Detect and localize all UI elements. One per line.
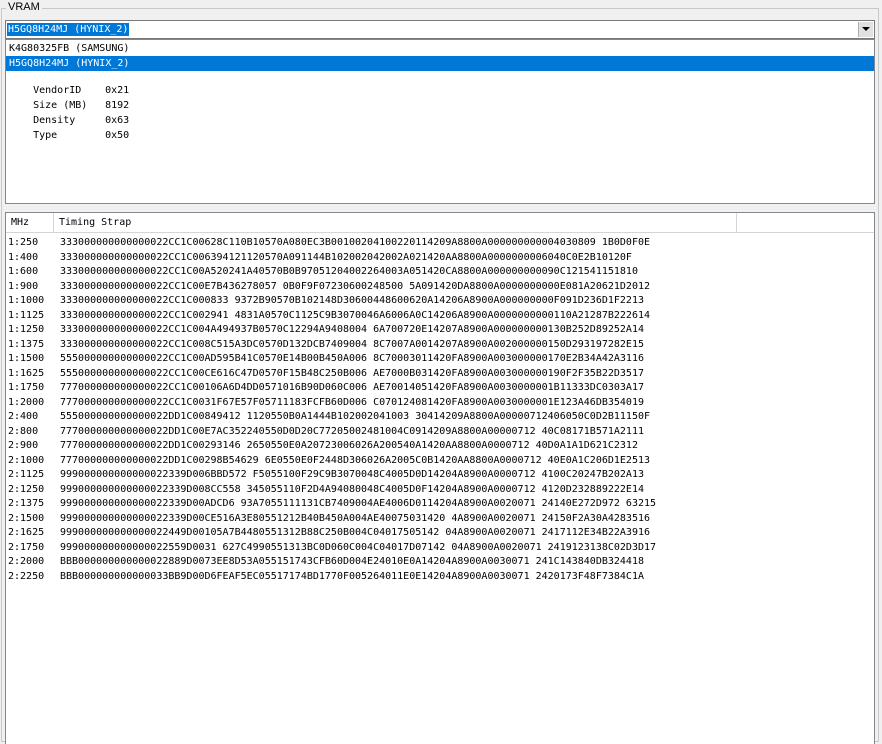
cell-mhz: 2:800 — [8, 425, 39, 437]
cell-mhz: 2:1125 — [8, 469, 45, 480]
vram-group-title: VRAM — [6, 1, 42, 13]
cell-timing-strap: 333000000000000022CC1C006394121120570A09… — [60, 251, 632, 263]
property-row: VendorID 0x21 — [9, 68, 129, 96]
vram-info-list[interactable]: K4G80325FB (SAMSUNG) H5GQ8H24MJ (HYNIX_2… — [5, 39, 875, 204]
cell-timing-strap: 333000000000000022CC1C00A520241A40570B0B… — [60, 266, 638, 277]
cell-timing-strap: 333000000000000022CC1C004A494937B0570C12… — [60, 324, 644, 335]
cell-timing-strap: 333000000000000022CC1C002941 4831A0570C1… — [60, 309, 651, 321]
cell-timing-strap: 333000000000000022CC1C000833 9372B90570B… — [60, 295, 644, 306]
cell-mhz: 2:400 — [8, 411, 39, 422]
cell-timing-strap: 999000000000000022559D0031 627C499055131… — [60, 541, 657, 553]
cell-mhz: 1:250 — [8, 237, 39, 248]
cell-mhz: 1:1500 — [8, 353, 45, 364]
column-header-mhz[interactable]: MHz — [6, 213, 54, 232]
cell-mhz: 1:1000 — [8, 295, 45, 306]
cell-timing-strap: 999000000000000022339D006BBD572 F5055100… — [60, 469, 644, 480]
cell-timing-strap: 999000000000000022449D00105A7B4480551312… — [60, 527, 651, 538]
cell-timing-strap: 777000000000000022CC1C0031F67E57F0571118… — [60, 396, 644, 408]
cell-timing-strap: 555000000000000022CC1C00AD595B41C0570E14… — [60, 353, 644, 364]
cell-mhz: 2:1250 — [8, 483, 45, 495]
table-header: MHz Timing Strap — [6, 213, 874, 233]
cell-timing-strap: 777000000000000022DD1C00298B54629 6E0550… — [60, 454, 651, 466]
cell-timing-strap: 555000000000000022DD1C00849412 1120550B0… — [60, 411, 651, 422]
vram-list-item-samsung[interactable]: K4G80325FB (SAMSUNG) — [6, 41, 874, 56]
property-row: Size (MB) 8192 — [9, 83, 129, 111]
cell-timing-strap: 333000000000000022CC1C00E7B436278057 0B0… — [60, 280, 651, 292]
cell-mhz: 2:1000 — [8, 454, 45, 466]
cell-mhz: 2:1625 — [8, 527, 45, 538]
pane-splitter[interactable] — [5, 204, 875, 212]
vram-select[interactable]: H5GQ8H24MJ (HYNIX_2) — [5, 20, 875, 39]
vram-select-value: H5GQ8H24MJ (HYNIX_2) — [7, 23, 130, 36]
cell-timing-strap: BBB000000000000022889D0073EE8D53A0551517… — [60, 556, 644, 567]
cell-mhz: 2:1500 — [8, 512, 45, 524]
cell-mhz: 2:1375 — [8, 498, 45, 509]
cell-mhz: 2:2250 — [8, 570, 45, 582]
cell-mhz: 1:400 — [8, 251, 39, 263]
cell-mhz: 2:900 — [8, 440, 39, 451]
cell-mhz: 1:1750 — [8, 382, 45, 393]
cell-timing-strap: 999000000000000022339D00ADCD6 93A7055111… — [60, 498, 657, 509]
timing-strap-table[interactable]: MHz Timing Strap 1:250 333000000000000022… — [5, 212, 875, 744]
cell-timing-strap: 333000000000000022CC1C008C515A3DC0570D13… — [60, 338, 644, 350]
property-row: Type 0x50 — [9, 113, 129, 141]
cell-timing-strap: 777000000000000022DD1C00293146 2650550E0… — [60, 440, 638, 451]
cell-mhz: 1:1125 — [8, 309, 45, 321]
property-key: Type — [33, 130, 58, 141]
chevron-down-icon — [862, 27, 870, 31]
property-row: Density 0x63 — [9, 98, 129, 126]
cell-mhz: 2:1750 — [8, 541, 45, 553]
cell-mhz: 1:1625 — [8, 367, 45, 379]
cell-timing-strap: 999000000000000022339D008CC558 345055110… — [60, 483, 644, 495]
cell-mhz: 1:1250 — [8, 324, 45, 335]
cell-timing-strap: BBB000000000000033BB9D00D6FEAF5EC0551717… — [60, 570, 644, 582]
vram-list-item-hynix[interactable]: H5GQ8H24MJ (HYNIX_2) — [6, 56, 874, 71]
cell-timing-strap: 999000000000000022339D00CE516A3E80551212… — [60, 512, 651, 524]
cell-timing-strap: 777000000000000022CC1C00106A6D4DD0571016… — [60, 382, 644, 393]
cell-timing-strap: 555000000000000022CC1C00CE616C47D0570F15… — [60, 367, 644, 379]
cell-mhz: 1:600 — [8, 266, 39, 277]
cell-mhz: 1:2000 — [8, 396, 45, 408]
cell-mhz: 1:900 — [8, 280, 39, 292]
vram-select-dropdown-button[interactable] — [858, 22, 873, 37]
property-value: 0x50 — [105, 130, 130, 141]
cell-timing-strap: 777000000000000022DD1C00E7AC352240550D0D… — [60, 425, 644, 437]
cell-mhz: 1:1375 — [8, 338, 45, 350]
cell-mhz: 2:2000 — [8, 556, 45, 567]
column-header-timing-strap[interactable]: Timing Strap — [54, 213, 737, 232]
cell-timing-strap: 333000000000000022CC1C00628C110B10570A08… — [60, 237, 651, 248]
